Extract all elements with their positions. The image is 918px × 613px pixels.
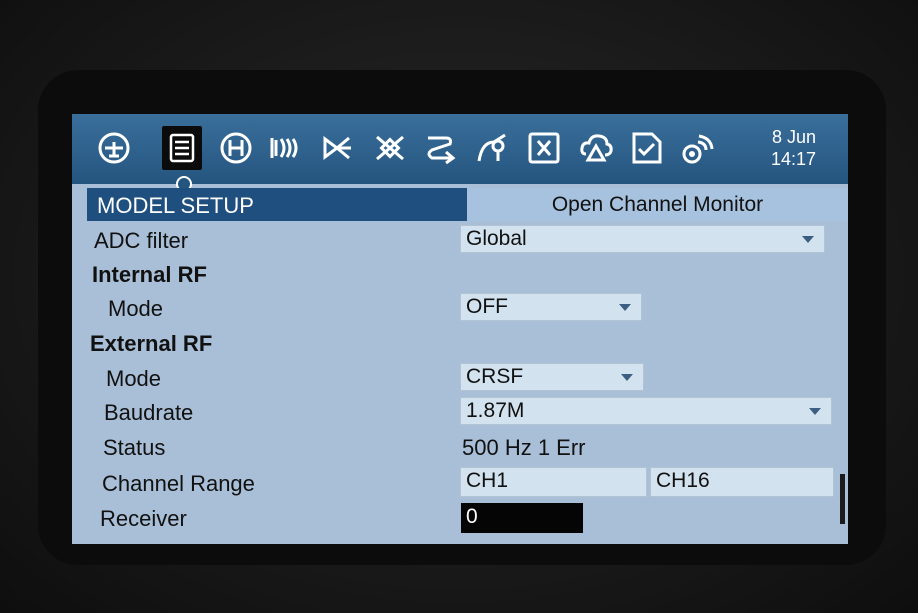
chevron-down-icon (809, 408, 821, 415)
external-mode-label: Mode (106, 366, 162, 391)
page-title-bar: MODEL SETUP Open Channel Monitor (87, 188, 848, 221)
telemetry-icon[interactable] (676, 126, 716, 170)
baudrate-value: 1.87M (466, 399, 525, 422)
channel-range-label: Channel Range (102, 471, 255, 496)
chevron-down-icon (619, 304, 631, 311)
channel-range-start-field[interactable]: CH1 (460, 467, 647, 497)
internal-rf-heading: Internal RF (92, 262, 207, 287)
internal-mode-label: Mode (108, 296, 164, 321)
external-rf-heading: External RF (90, 331, 213, 356)
internal-mode-value: OFF (466, 295, 508, 318)
mixer-icon[interactable] (370, 126, 410, 170)
scrollbar[interactable] (840, 474, 845, 524)
open-channel-monitor-button[interactable]: Open Channel Monitor (467, 188, 848, 221)
chevron-down-icon (802, 236, 814, 243)
checklist-icon[interactable] (626, 126, 666, 170)
channel-range-end-field[interactable]: CH16 (650, 467, 834, 497)
model-setup-icon[interactable] (162, 126, 202, 170)
adc-filter-select[interactable]: Global (460, 225, 825, 253)
flight-modes-icon[interactable] (264, 126, 304, 170)
page-title: MODEL SETUP (97, 193, 254, 218)
top-tab-bar: 8 Jun 14:17 (72, 114, 848, 192)
radio-screen: 8 Jun 14:17 MODEL SETUP Open Channel Mon… (72, 114, 848, 544)
time-label: 14:17 (770, 149, 816, 169)
special-functions-icon[interactable] (576, 126, 616, 170)
inputs-icon[interactable] (318, 126, 358, 170)
internal-mode-select[interactable]: OFF (460, 293, 642, 321)
logical-switches-icon[interactable] (524, 126, 564, 170)
outputs-icon[interactable] (420, 126, 460, 170)
date-time: 8 Jun 14:17 (771, 126, 816, 170)
date-label: 8 Jun (771, 127, 816, 147)
external-mode-select[interactable]: CRSF (460, 363, 644, 391)
heli-setup-icon[interactable] (216, 126, 256, 170)
status-label: Status (103, 435, 166, 460)
adc-filter-value: Global (466, 227, 527, 250)
receiver-label: Receiver (100, 506, 187, 531)
radio-menu-icon[interactable] (94, 126, 134, 170)
status-value: 500 Hz 1 Err (462, 435, 586, 460)
receiver-number-field[interactable]: 0 (461, 503, 583, 533)
baudrate-label: Baudrate (104, 400, 194, 425)
chevron-down-icon (621, 374, 633, 381)
adc-filter-label: ADC filter (94, 228, 189, 253)
curves-icon[interactable] (472, 126, 512, 170)
external-mode-value: CRSF (466, 365, 524, 388)
baudrate-select[interactable]: 1.87M (460, 397, 832, 425)
